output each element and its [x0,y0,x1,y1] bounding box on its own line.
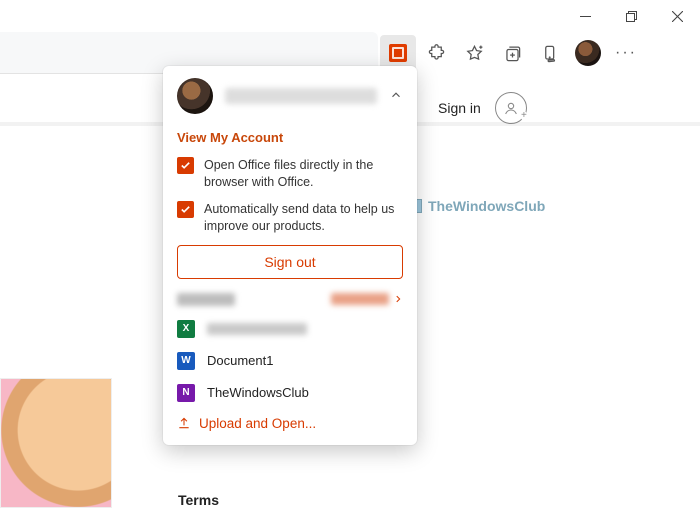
file-name-redacted [207,323,307,335]
watermark-text: TheWindowsClub [428,198,545,214]
file-item[interactable]: W Document1 [177,352,403,370]
collections-button[interactable] [494,35,530,71]
section-label-redacted [177,293,235,306]
thumbnail-image [0,378,112,508]
onenote-icon: N [177,384,195,402]
avatar-icon [575,40,601,66]
sync-button[interactable] [532,35,568,71]
sign-out-button[interactable]: Sign out [177,245,403,279]
option-send-data-label: Automatically send data to help us impro… [204,201,403,235]
more-button[interactable]: ··· [608,35,644,71]
upload-and-open-label: Upload and Open... [199,416,316,431]
restore-button[interactable] [608,0,654,32]
office-icon [389,44,407,62]
window-controls [562,0,700,32]
option-open-in-browser-label: Open Office files directly in the browse… [204,157,403,191]
file-name-label: Document1 [207,353,273,368]
watermark: TheWindowsClub [408,198,545,214]
chevron-up-icon[interactable] [389,88,403,105]
checkbox-checked-icon[interactable] [177,157,194,174]
terms-heading: Terms [178,492,219,508]
view-my-account-link[interactable]: View My Account [177,130,403,145]
office-extension-popup: View My Account Open Office files direct… [163,66,417,445]
user-name-redacted [225,88,377,104]
profile-button[interactable] [570,35,606,71]
file-item[interactable]: N TheWindowsClub [177,384,403,402]
sign-in-link[interactable]: Sign in [438,100,481,116]
checkbox-checked-icon[interactable] [177,201,194,218]
plus-icon: + [521,111,527,121]
file-item[interactable]: X [177,320,403,338]
option-open-in-browser[interactable]: Open Office files directly in the browse… [177,157,403,191]
favorites-button[interactable] [456,35,492,71]
file-name-label: TheWindowsClub [207,385,309,400]
recent-section-header [177,293,403,306]
window-titlebar [0,0,700,32]
more-icon: ··· [615,44,637,62]
word-icon: W [177,352,195,370]
user-avatar [177,78,213,114]
excel-icon: X [177,320,195,338]
upload-and-open-link[interactable]: Upload and Open... [177,416,403,431]
panel-header [177,78,403,114]
more-docs-link[interactable] [331,293,403,305]
sign-in-area: Sign in + [438,92,527,124]
close-button[interactable] [654,0,700,32]
option-send-data[interactable]: Automatically send data to help us impro… [177,201,403,235]
more-docs-label-redacted [331,293,389,305]
extensions-button[interactable] [418,35,454,71]
minimize-button[interactable] [562,0,608,32]
sign-in-avatar-button[interactable]: + [495,92,527,124]
